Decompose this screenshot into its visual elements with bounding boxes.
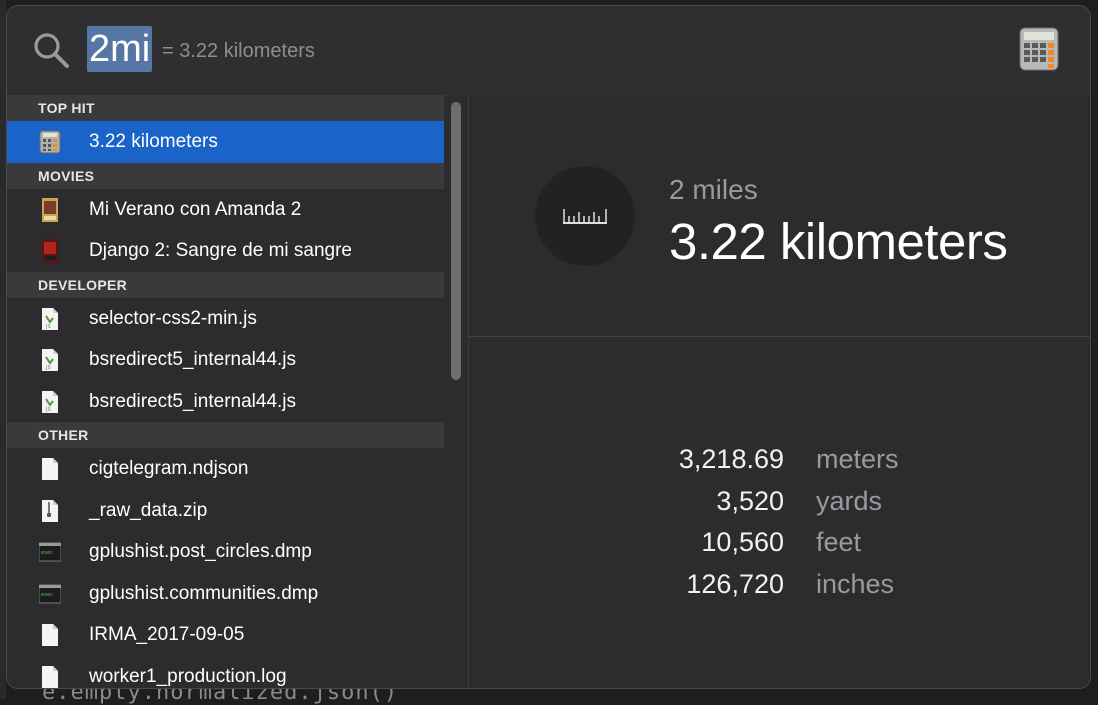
result-item-file[interactable]: exec gplushist.post_circles.dmp — [7, 531, 444, 573]
conversion-row: 3,520 yards — [469, 481, 1090, 523]
zip-file-icon — [42, 499, 58, 522]
result-item-top-hit[interactable]: 3.22 kilometers — [7, 121, 444, 163]
unit-conversion-badge — [535, 166, 635, 266]
result-item-file[interactable]: exec gplushist.communities.dmp — [7, 573, 444, 615]
results-scrollbar-thumb[interactable] — [451, 102, 461, 380]
terminal-file-icon: exec — [39, 542, 61, 562]
search-icon — [34, 33, 69, 68]
conversion-unit: yards — [816, 485, 883, 516]
conversion-unit: meters — [816, 444, 899, 474]
result-item-file[interactable]: IRMA_2017-09-05 — [7, 614, 444, 656]
svg-text:exec: exec — [41, 550, 53, 556]
section-header-developer: DEVELOPER — [7, 271, 444, 298]
conversion-unit: feet — [816, 527, 862, 557]
calculator-app-icon — [1019, 27, 1059, 71]
result-label: 3.22 kilometers — [89, 131, 218, 152]
result-label: _raw_data.zip — [89, 499, 208, 521]
svg-text:JS: JS — [45, 407, 51, 413]
section-header-top-hit: TOP HIT — [7, 95, 444, 121]
calculator-icon — [39, 130, 61, 154]
result-item-movie[interactable]: Django 2: Sangre de mi sangre — [7, 230, 444, 272]
js-file-icon: JS — [42, 390, 58, 413]
conversion-table: 3,218.69 meters 3,520 yards 10,560 feet … — [469, 439, 1090, 605]
result-label: gplushist.post_circles.dmp — [89, 541, 312, 562]
conversion-row: 3,218.69 meters — [469, 439, 1090, 481]
svg-text:JS: JS — [45, 365, 51, 371]
result-item-movie[interactable]: Mi Verano con Amanda 2 — [7, 189, 444, 231]
svg-text:JS: JS — [45, 324, 51, 330]
document-icon — [42, 458, 58, 480]
result-item-file[interactable]: cigtelegram.ndjson — [7, 448, 444, 490]
document-icon — [42, 624, 58, 646]
js-file-icon: JS — [42, 349, 58, 371]
movie-poster-icon — [42, 239, 58, 263]
result-item-file[interactable]: _raw_data.zip — [7, 490, 444, 532]
result-label: cigtelegram.ndjson — [89, 458, 249, 479]
result-label: Django 2: Sangre de mi sangre — [89, 240, 352, 261]
conversion-row: 126,720 inches — [469, 564, 1090, 606]
result-item-js-file[interactable]: JS bsredirect5_internal44.js — [7, 381, 444, 423]
spotlight-window: 2mi = 3.22 kilometers TOP HIT 3.22 kilom… — [6, 5, 1091, 689]
preview-pane: 2 miles 3.22 kilometers 3,218.69 meters … — [469, 95, 1090, 688]
result-label: IRMA_2017-09-05 — [89, 624, 245, 645]
terminal-file-icon: exec — [39, 584, 61, 603]
result-label: bsredirect5_internal44.js — [89, 390, 297, 412]
conversion-result: 3.22 kilometers — [669, 213, 1008, 270]
conversion-value: 126,720 — [686, 568, 784, 599]
conversion-value: 10,560 — [701, 527, 784, 557]
result-label: bsredirect5_internal44.js — [89, 349, 297, 370]
preview-divider — [469, 336, 1090, 337]
result-label: selector-css2-min.js — [89, 307, 257, 329]
conversion-source: 2 miles — [669, 174, 758, 205]
results-list: TOP HIT 3.22 kilometers MOVIES Mi Verano… — [7, 95, 444, 688]
section-header-movies: MOVIES — [7, 162, 444, 189]
result-label: gplushist.communities.dmp — [89, 582, 319, 604]
movie-poster-icon — [42, 197, 58, 222]
document-icon — [42, 665, 58, 688]
js-file-icon: JS — [42, 307, 58, 330]
result-label: worker1_production.log — [89, 665, 287, 687]
result-label: Mi Verano con Amanda 2 — [89, 198, 302, 220]
conversion-unit: inches — [816, 568, 895, 599]
conversion-row: 10,560 feet — [469, 522, 1090, 564]
result-item-js-file[interactable]: JS selector-css2-min.js — [7, 298, 444, 340]
conversion-value: 3,520 — [716, 485, 784, 516]
result-item-file[interactable]: worker1_production.log — [7, 656, 444, 689]
search-input[interactable]: 2mi — [87, 26, 153, 72]
search-bar: 2mi = 3.22 kilometers — [7, 6, 1090, 96]
search-inline-result: = 3.22 kilometers — [162, 40, 315, 62]
ruler-icon — [563, 209, 607, 224]
conversion-value: 3,218.69 — [678, 444, 784, 474]
section-header-other: OTHER — [7, 422, 444, 448]
result-item-js-file[interactable]: JS bsredirect5_internal44.js — [7, 339, 444, 381]
svg-text:exec: exec — [41, 592, 53, 598]
